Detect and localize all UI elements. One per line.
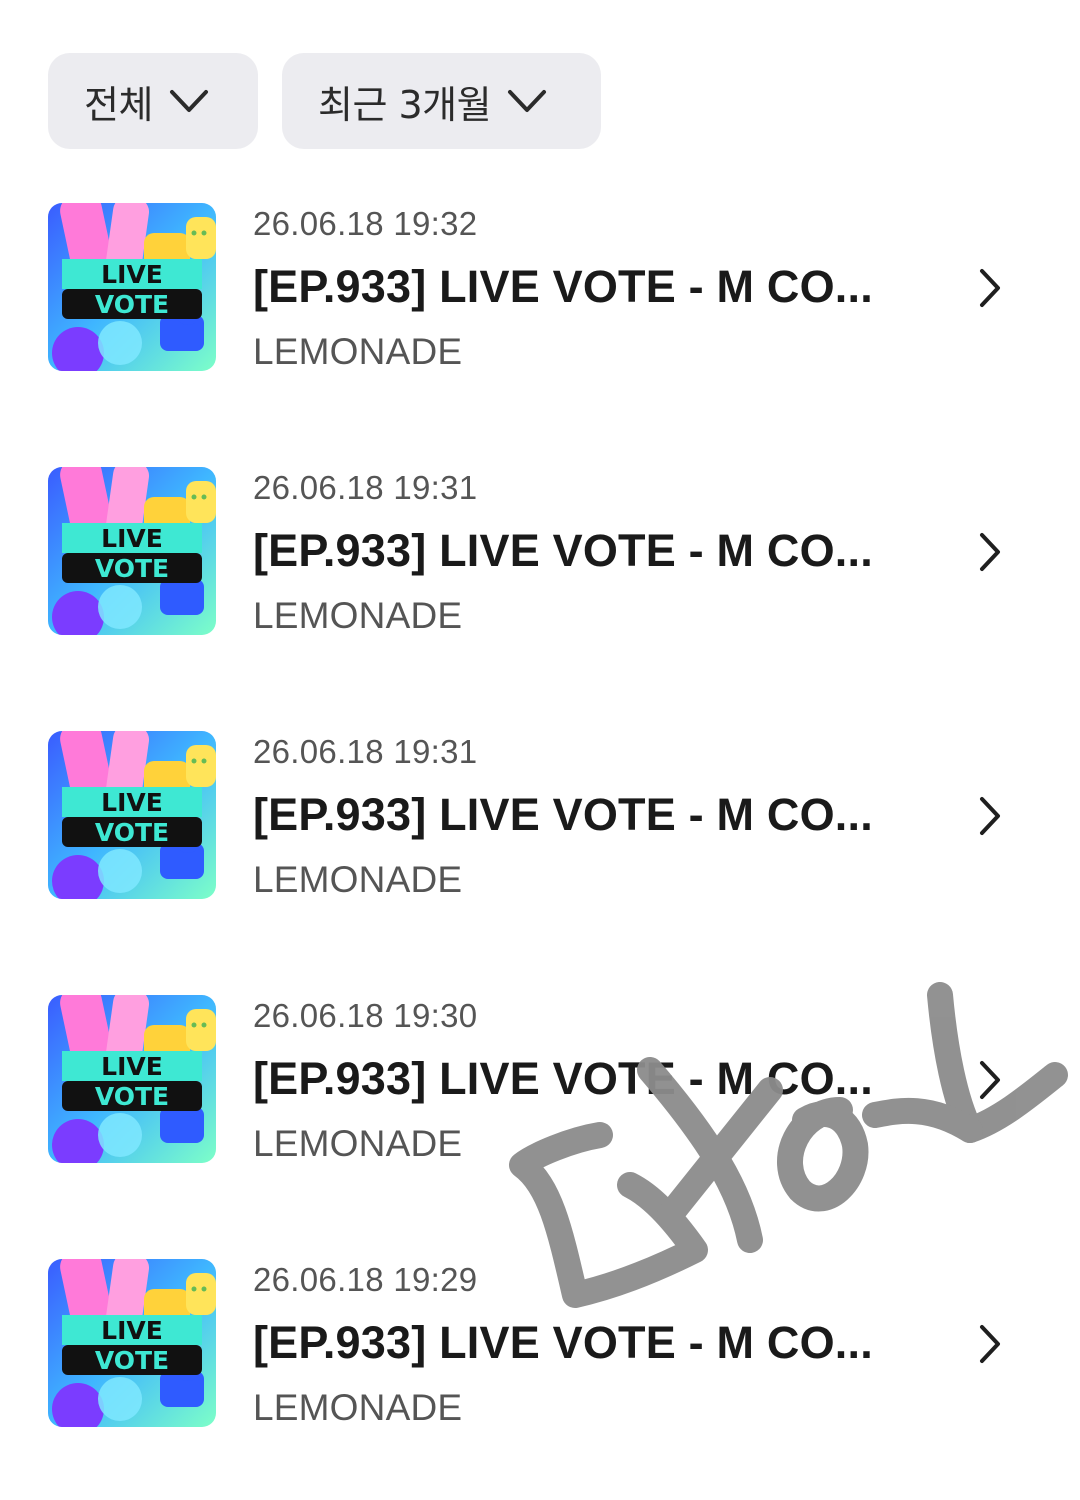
- item-title: [EP.933] LIVE VOTE - M CO...: [253, 789, 873, 840]
- thumbnail-live-text: LIVE: [101, 1052, 163, 1081]
- filter-bar: 전체 최근 3개월: [48, 53, 601, 149]
- list-item[interactable]: LIVE VOTE 26.06.18 19:32 [EP.933] LIVE V…: [0, 203, 1080, 403]
- period-filter-dropdown[interactable]: 최근 3개월: [282, 53, 601, 149]
- thumbnail-live-text: LIVE: [101, 260, 163, 289]
- item-title: [EP.933] LIVE VOTE - M CO...: [253, 261, 873, 312]
- chevron-right-icon: [980, 1325, 1000, 1363]
- chevron-down-icon: [508, 90, 547, 112]
- item-artist: LEMONADE: [253, 331, 463, 372]
- thumbnail-vote-text: VOTE: [95, 1082, 169, 1111]
- chevron-right-icon: [980, 533, 1000, 571]
- live-vote-thumbnail: LIVE VOTE: [48, 995, 216, 1163]
- list-item[interactable]: LIVE VOTE 26.06.18 19:31 [EP.933] LIVE V…: [0, 467, 1080, 667]
- item-date: 26.06.18 19:30: [253, 997, 478, 1034]
- thumbnail-live-text: LIVE: [101, 1316, 163, 1345]
- period-filter-label: 최근 3개월: [318, 82, 492, 127]
- item-title: [EP.933] LIVE VOTE - M CO...: [253, 1053, 873, 1104]
- item-title: [EP.933] LIVE VOTE - M CO...: [253, 525, 873, 576]
- chevron-right-icon: [980, 797, 1000, 835]
- thumbnail-vote-text: VOTE: [95, 290, 169, 319]
- live-vote-thumbnail: LIVE VOTE: [48, 203, 216, 371]
- chevron-right-icon: [980, 269, 1000, 307]
- chevron-right-icon: [980, 1061, 1000, 1099]
- thumbnail-vote-text: VOTE: [95, 818, 169, 847]
- category-filter-label: 전체: [84, 82, 153, 127]
- live-vote-thumbnail: LIVE VOTE: [48, 467, 216, 635]
- live-vote-thumbnail: LIVE VOTE: [48, 1259, 216, 1427]
- item-date: 26.06.18 19:31: [253, 469, 478, 506]
- list-item[interactable]: LIVE VOTE 26.06.18 19:29 [EP.933] LIVE V…: [0, 1259, 1080, 1459]
- item-title: [EP.933] LIVE VOTE - M CO...: [253, 1317, 873, 1368]
- thumbnail-live-text: LIVE: [101, 524, 163, 553]
- category-filter-dropdown[interactable]: 전체: [48, 53, 258, 149]
- item-artist: LEMONADE: [253, 1387, 463, 1428]
- item-artist: LEMONADE: [253, 859, 463, 900]
- list-item[interactable]: LIVE VOTE 26.06.18 19:30 [EP.933] LIVE V…: [0, 995, 1080, 1195]
- item-artist: LEMONADE: [253, 595, 463, 636]
- live-vote-thumbnail: LIVE VOTE: [48, 731, 216, 899]
- item-date: 26.06.18 19:29: [253, 1261, 478, 1298]
- chevron-down-icon: [169, 90, 208, 112]
- item-date: 26.06.18 19:31: [253, 733, 478, 770]
- item-date: 26.06.18 19:32: [253, 205, 478, 242]
- list-item[interactable]: LIVE VOTE 26.06.18 19:31 [EP.933] LIVE V…: [0, 731, 1080, 931]
- thumbnail-vote-text: VOTE: [95, 1346, 169, 1375]
- thumbnail-live-text: LIVE: [101, 788, 163, 817]
- item-artist: LEMONADE: [253, 1123, 463, 1164]
- thumbnail-vote-text: VOTE: [95, 554, 169, 583]
